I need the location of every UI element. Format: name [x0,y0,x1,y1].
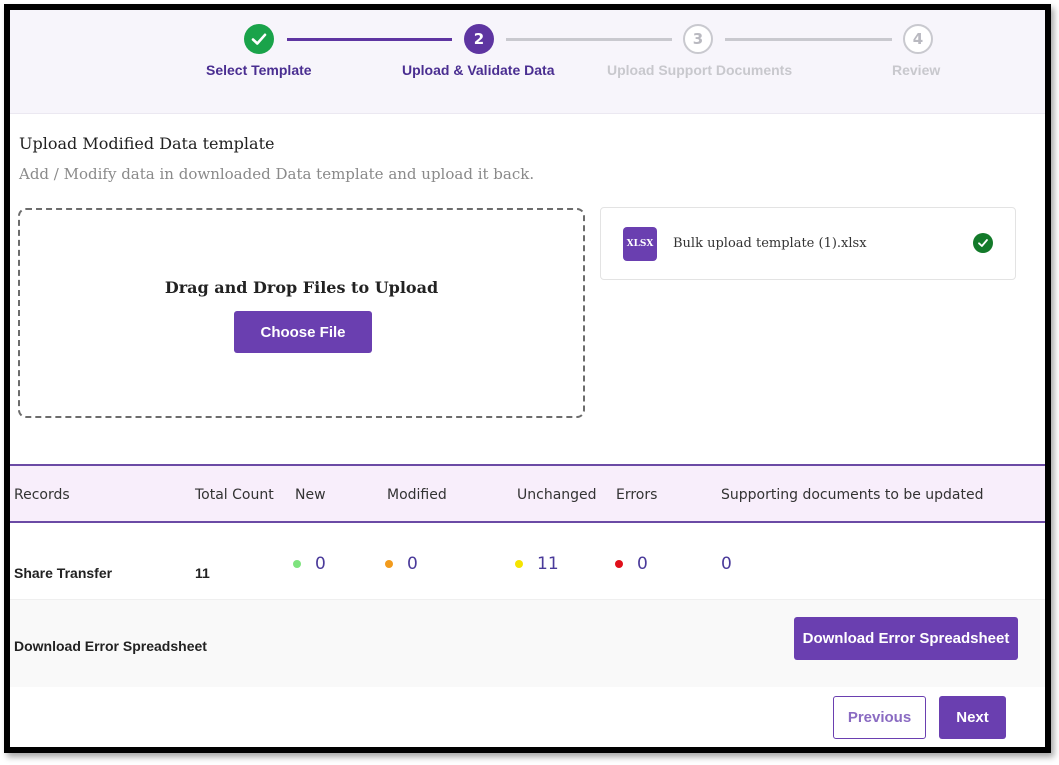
header-errors: Errors [616,487,658,503]
uploaded-file-card: XLSX Bulk upload template (1).xlsx [600,207,1016,280]
header-modified: Modified [387,487,447,503]
header-unchanged: Unchanged [517,487,597,503]
modified-count-cell: 0 [385,554,418,574]
table-row: Share Transfer 11 0 0 11 0 0 [10,523,1045,599]
step-3-circle[interactable]: 3 [683,24,713,54]
step-2-label[interactable]: Upload & Validate Data [402,62,554,78]
unchanged-count-cell: 11 [515,554,559,574]
step-4-label[interactable]: Review [892,62,940,78]
supporting-documents-count: 0 [721,554,732,574]
unchanged-status-dot [515,560,523,568]
errors-count-cell: 0 [615,554,648,574]
header-records: Records [14,487,70,503]
header-total-count: Total Count [195,487,274,503]
upload-section-title: Upload Modified Data template [19,134,275,153]
dropzone-text: Drag and Drop Files to Upload [164,278,439,297]
choose-file-button[interactable]: Choose File [234,311,372,353]
row-record-name: Share Transfer [14,565,113,581]
uploaded-file-name: Bulk upload template (1).xlsx [673,236,867,251]
step-2-circle[interactable]: 2 [464,24,494,54]
modified-count: 0 [407,554,418,574]
step-4-circle[interactable]: 4 [903,24,933,54]
window-frame: 2 3 4 Select Template Upload & Validate … [4,4,1051,753]
download-error-bar: Download Error Spreadsheet Download Erro… [10,599,1045,687]
download-error-label: Download Error Spreadsheet [14,638,207,654]
header-new: New [295,487,326,503]
errors-count: 0 [637,554,648,574]
supporting-count-cell: 0 [721,554,732,574]
upload-success-check-icon [973,233,993,253]
step-connector-3 [725,38,892,41]
row-total-count: 11 [195,565,210,581]
step-1-check-icon[interactable] [244,24,274,54]
modified-status-dot [385,560,393,568]
wizard-footer: Previous Next [10,687,1045,747]
progress-stepper: 2 3 4 Select Template Upload & Validate … [10,10,1045,114]
step-connector-2 [506,38,672,41]
new-count-cell: 0 [293,554,326,574]
download-error-spreadsheet-button[interactable]: Download Error Spreadsheet [794,617,1018,660]
step-1-label[interactable]: Select Template [206,62,312,78]
step-3-label[interactable]: Upload Support Documents [607,62,792,78]
file-dropzone[interactable]: Drag and Drop Files to Upload Choose Fil… [18,208,585,418]
header-supporting-documents: Supporting documents to be updated [721,487,984,503]
previous-button[interactable]: Previous [833,696,926,739]
unchanged-count: 11 [537,554,559,574]
next-button[interactable]: Next [939,696,1006,739]
wizard-page: 2 3 4 Select Template Upload & Validate … [10,10,1045,747]
xlsx-file-icon: XLSX [623,227,657,261]
new-count: 0 [315,554,326,574]
errors-status-dot [615,560,623,568]
records-table-header: Records Total Count New Modified Unchang… [10,464,1045,523]
new-status-dot [293,560,301,568]
step-connector-1 [287,38,452,41]
upload-section-subtitle: Add / Modify data in downloaded Data tem… [19,165,535,183]
